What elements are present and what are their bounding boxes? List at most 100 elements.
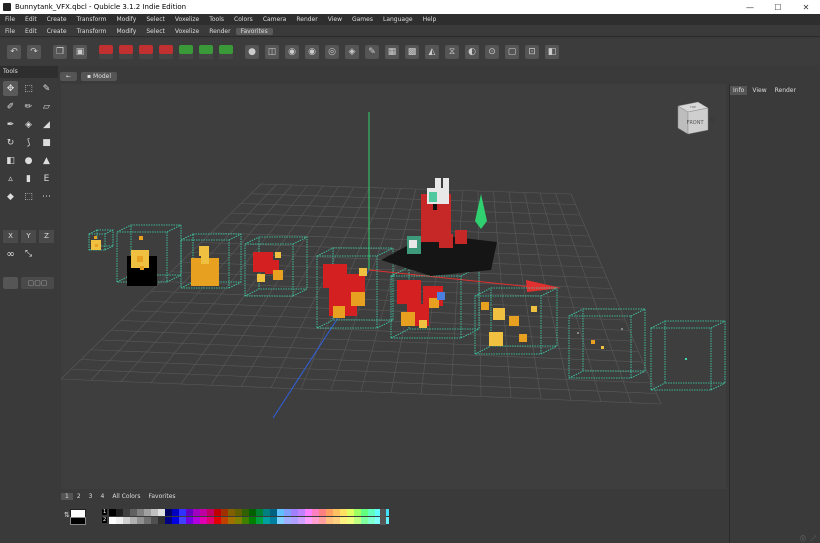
color-swatch[interactable] (284, 509, 291, 516)
color-swatch[interactable] (228, 509, 235, 516)
color-swatch[interactable] (242, 509, 249, 516)
text-icon[interactable]: E (39, 171, 54, 186)
red-cube-icon-4[interactable] (159, 45, 173, 59)
menu-language[interactable]: Language (378, 16, 418, 23)
brush-icon[interactable]: ✒ (3, 117, 18, 132)
color-swatch[interactable] (158, 517, 165, 524)
color-swatch[interactable] (291, 517, 298, 524)
fav-menu-create[interactable]: Create (42, 28, 72, 35)
menu-render[interactable]: Render (291, 16, 322, 23)
color-swatch[interactable] (207, 517, 214, 524)
color-swatch[interactable] (214, 509, 221, 516)
info-icon[interactable]: ⓘ (800, 534, 806, 543)
color-swatch[interactable] (235, 509, 242, 516)
color-swatch[interactable] (179, 509, 186, 516)
green-cube-icon-1[interactable] (179, 45, 193, 59)
menu-modify[interactable]: Modify (111, 16, 141, 23)
square-icon[interactable]: ■ (39, 135, 54, 150)
vfx-frame-2[interactable] (116, 224, 182, 286)
color-swatch[interactable] (361, 517, 368, 524)
color-swatch[interactable] (130, 509, 137, 516)
mirror-icon[interactable]: ⬚ (21, 189, 36, 204)
color-swatch[interactable] (193, 517, 200, 524)
mirror-icon[interactable]: ◭ (425, 45, 439, 59)
fav-menu-edit[interactable]: Edit (20, 28, 42, 35)
paint-icon[interactable]: ✏ (21, 99, 36, 114)
view-cube-rotate-icon[interactable]: ↺ (710, 116, 716, 124)
color-swatch[interactable] (256, 517, 263, 524)
fav-menu-favorites[interactable]: Favorites (235, 27, 273, 35)
color-swatch[interactable] (340, 517, 347, 524)
sphere-icon[interactable]: ● (245, 45, 259, 59)
rotate-icon[interactable]: ↻ (3, 135, 18, 150)
palette-tab-2[interactable]: 2 (73, 493, 85, 500)
tab-view[interactable]: View (749, 86, 769, 95)
color-swatch[interactable] (277, 517, 284, 524)
paste-icon[interactable]: ▣ (73, 45, 87, 59)
color-swatch[interactable] (130, 517, 137, 524)
color-swatch[interactable] (116, 517, 123, 524)
cone-icon[interactable]: ▲ (39, 153, 54, 168)
tab-info[interactable]: Info (730, 85, 748, 95)
single-mode-icon[interactable] (3, 277, 18, 289)
color-swatch[interactable] (221, 517, 228, 524)
eye-icon[interactable]: ◉ (305, 45, 319, 59)
cubes-icon[interactable]: ◧ (545, 45, 559, 59)
tab-model[interactable]: ▪ Model (81, 71, 118, 81)
color-swatch[interactable] (340, 509, 347, 516)
fav-menu-modify[interactable]: Modify (111, 28, 141, 35)
close-button[interactable]: ✕ (792, 3, 820, 12)
visibility-icon[interactable]: ∞ (3, 249, 18, 263)
menu-create[interactable]: Create (42, 16, 72, 23)
color-swatch[interactable] (298, 509, 305, 516)
fav-menu-voxelize[interactable]: Voxelize (170, 28, 204, 35)
color-swatch[interactable] (123, 517, 130, 524)
color-swatch[interactable] (368, 509, 375, 516)
menu-camera[interactable]: Camera (258, 16, 292, 23)
color-swatch[interactable] (116, 509, 123, 516)
menu-games[interactable]: Games (347, 16, 378, 23)
color-swatch[interactable] (319, 517, 326, 524)
color-swatch[interactable] (235, 517, 242, 524)
select-tool-icon[interactable]: ⬚ (21, 81, 36, 96)
color-swatch[interactable] (109, 517, 116, 524)
color-swatch[interactable] (186, 509, 193, 516)
color-swatch[interactable] (270, 509, 277, 516)
minimize-button[interactable]: — (736, 3, 764, 12)
fav-menu-file[interactable]: File (0, 28, 20, 35)
red-cube-icon-2[interactable] (119, 45, 133, 59)
menu-edit[interactable]: Edit (20, 16, 42, 23)
color-swatch[interactable] (263, 517, 270, 524)
redo-icon[interactable]: ↷ (27, 45, 41, 59)
maximize-button[interactable]: ☐ (764, 3, 792, 12)
menu-colors[interactable]: Colors (229, 16, 258, 23)
cube-icon[interactable]: ◧ (3, 153, 18, 168)
color-swatch[interactable] (368, 517, 375, 524)
menu-select[interactable]: Select (141, 16, 170, 23)
brush-size-icon[interactable]: ◆ (3, 189, 18, 204)
resize-icon[interactable]: ⤡ (21, 249, 36, 263)
color-swatch[interactable] (333, 517, 340, 524)
color-swatch[interactable] (249, 509, 256, 516)
menu-voxelize[interactable]: Voxelize (170, 16, 204, 23)
color-swatch[interactable] (123, 509, 130, 516)
back-button[interactable]: ← (60, 71, 78, 81)
color-swatch[interactable] (305, 509, 312, 516)
palette-tab-4[interactable]: 4 (96, 493, 108, 500)
color-wheel-icon[interactable]: ◉ (285, 45, 299, 59)
frame-alt-icon[interactable]: ⊡ (525, 45, 539, 59)
matrix-icon[interactable]: ▩ (405, 45, 419, 59)
color-swatch[interactable] (347, 517, 354, 524)
color-swatch[interactable] (186, 517, 193, 524)
color-swatch[interactable] (214, 517, 221, 524)
secondary-color[interactable] (70, 517, 86, 525)
bucket-icon[interactable]: ◈ (21, 117, 36, 132)
color-swatch[interactable] (221, 509, 228, 516)
vfx-frame-9[interactable] (650, 320, 726, 391)
red-cube-icon-1[interactable] (99, 45, 113, 59)
color-swatch[interactable] (165, 509, 172, 516)
checker-icon[interactable]: ▦ (385, 45, 399, 59)
menu-file[interactable]: File (0, 16, 20, 23)
color-swatch[interactable] (200, 517, 207, 524)
color-swatch[interactable] (298, 517, 305, 524)
